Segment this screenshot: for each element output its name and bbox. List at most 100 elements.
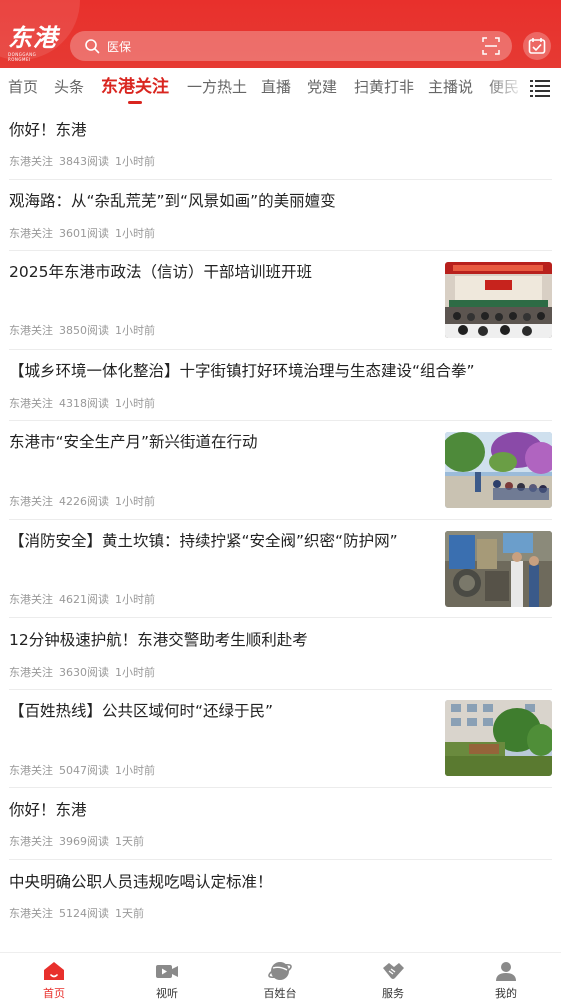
news-reads: 3630阅读 [59, 666, 109, 679]
news-time: 1小时前 [115, 155, 155, 168]
tab-anti-pornography[interactable]: 扫黄打非 [354, 68, 414, 106]
nav-label: 百姓台 [263, 987, 297, 1000]
search-placeholder: 医保 [107, 39, 132, 54]
news-meta: 东港关注 3601阅读 1小时前 [9, 225, 161, 241]
news-meta: 东港关注 5124阅读 1天前 [9, 905, 150, 921]
news-item[interactable]: 【城乡环境一体化整治】十字街镇打好环境治理与生态建设“组合拳” 东港关注 4318… [9, 350, 552, 421]
nav-label: 首页 [43, 987, 65, 1000]
news-source: 东港关注 [9, 495, 53, 508]
news-title: 观海路：从“杂乱荒芜”到“风景如画”的美丽嬗变 [9, 192, 336, 210]
news-time: 1小时前 [115, 666, 155, 679]
news-meta: 东港关注 4318阅读 1小时前 [9, 395, 161, 411]
news-time: 1小时前 [115, 227, 155, 240]
calendar-check-icon[interactable] [523, 32, 551, 60]
news-meta: 东港关注 4226阅读 1小时前 [9, 493, 161, 509]
news-item[interactable]: 观海路：从“杂乱荒芜”到“风景如画”的美丽嬗变 东港关注 3601阅读 1小时前 [9, 180, 552, 251]
news-reads: 3843阅读 [59, 155, 109, 168]
training-meeting-photo [445, 262, 552, 338]
nav-label: 服务 [382, 987, 404, 1000]
user-icon [496, 962, 516, 981]
news-source: 东港关注 [9, 666, 53, 679]
nav-label: 视听 [156, 987, 178, 1000]
tab-headlines[interactable]: 头条 [54, 68, 84, 106]
news-thumbnail [445, 262, 552, 338]
news-item[interactable]: 你好！东港 东港关注 3843阅读 1小时前 [9, 108, 552, 180]
news-source: 东港关注 [9, 907, 53, 920]
nav-home[interactable]: 首页 [14, 953, 94, 1001]
news-source: 东港关注 [9, 835, 53, 848]
news-reads: 4318阅读 [59, 397, 109, 410]
scan-icon[interactable] [482, 37, 500, 55]
news-meta: 东港关注 3843阅读 1小时前 [9, 153, 161, 169]
news-time: 1天前 [115, 835, 144, 848]
tab-party-building[interactable]: 党建 [307, 68, 337, 106]
fire-inspection-photo [445, 531, 552, 607]
news-source: 东港关注 [9, 397, 53, 410]
tab-yifang-retu[interactable]: 一方热土 [187, 68, 247, 106]
news-meta: 东港关注 3630阅读 1小时前 [9, 664, 161, 680]
news-item[interactable]: 你好！东港 东港关注 3969阅读 1天前 [9, 788, 552, 860]
nav-community[interactable]: 百姓台 [240, 953, 320, 1001]
bottom-nav: 首页 视听 百姓台 服务 我的 [0, 952, 561, 1000]
news-reads: 3850阅读 [59, 324, 109, 337]
news-time: 1天前 [115, 907, 144, 920]
news-item[interactable]: 东港市“安全生产月”新兴街道在行动 东港关注 4226阅读 1小时前 [9, 421, 552, 520]
news-meta: 东港关注 5047阅读 1小时前 [9, 762, 161, 778]
search-icon [85, 39, 100, 54]
news-title: 中央明确公职人员违规吃喝认定标准！ [9, 873, 273, 891]
planet-icon [268, 962, 292, 980]
news-item[interactable]: 2025年东港市政法（信访）干部培训班开班 东港关注 3850阅读 1小时前 [9, 251, 552, 350]
nav-video[interactable]: 视听 [127, 953, 207, 1001]
news-title: 【百姓热线】公共区域何时“还绿于民” [9, 702, 274, 720]
news-thumbnail [445, 531, 552, 607]
news-title: 【城乡环境一体化整治】十字街镇打好环境治理与生态建设“组合拳” [9, 362, 475, 380]
news-meta: 东港关注 3969阅读 1天前 [9, 833, 150, 849]
news-time: 1小时前 [115, 495, 155, 508]
channel-tabs: 首页 头条 东港关注 一方热土 直播 党建 扫黄打非 主播说 便民 [0, 68, 561, 108]
news-item[interactable]: 【消防安全】黄土坎镇：持续拧紧“安全阀”织密“防护网” 东港关注 4621阅读 1小… [9, 520, 552, 618]
tab-anchor-talk[interactable]: 主播说 [428, 68, 473, 106]
nav-profile[interactable]: 我的 [466, 953, 546, 1001]
handshake-icon [383, 963, 404, 979]
news-thumbnail [445, 700, 552, 776]
news-reads: 3601阅读 [59, 227, 109, 240]
news-item[interactable]: 12分钟极速护航！东港交警助考生顺利赴考 东港关注 3630阅读 1小时前 [9, 618, 552, 690]
news-item[interactable]: 【百姓热线】公共区域何时“还绿于民” 东港关注 5047阅读 1小时前 [9, 690, 552, 788]
tab-live[interactable]: 直播 [261, 68, 291, 106]
logo-text: 东港 [8, 23, 58, 52]
news-thumbnail [445, 432, 552, 508]
street-event-photo [445, 432, 552, 508]
channel-menu-icon[interactable] [529, 78, 551, 98]
news-source: 东港关注 [9, 764, 53, 777]
news-meta: 东港关注 3850阅读 1小时前 [9, 322, 161, 338]
tab-home[interactable]: 首页 [8, 68, 38, 106]
residential-green-photo [445, 700, 552, 776]
news-title: 你好！东港 [9, 801, 87, 819]
news-reads: 5047阅读 [59, 764, 109, 777]
search-bar[interactable]: 医保 [70, 31, 512, 61]
logo-subtitle: DONGGANG RONGMEI [8, 52, 37, 62]
news-source: 东港关注 [9, 324, 53, 337]
news-title: 【消防安全】黄土坎镇：持续拧紧“安全阀”织密“防护网” [9, 532, 398, 550]
news-title: 东港市“安全生产月”新兴街道在行动 [9, 433, 258, 451]
news-time: 1小时前 [115, 764, 155, 777]
news-item[interactable]: 中央明确公职人员违规吃喝认定标准！ 东港关注 5124阅读 1天前 [9, 860, 552, 932]
news-source: 东港关注 [9, 155, 53, 168]
news-title: 你好！东港 [9, 121, 87, 139]
news-meta: 东港关注 4621阅读 1小时前 [9, 591, 161, 607]
app-header: 东港 DONGGANG RONGMEI 医保 [0, 0, 561, 68]
news-reads: 4621阅读 [59, 593, 109, 606]
tabs-fade [486, 68, 526, 106]
video-icon [156, 965, 178, 978]
news-reads: 4226阅读 [59, 495, 109, 508]
home-icon [44, 962, 64, 980]
news-reads: 5124阅读 [59, 907, 109, 920]
app-logo: 东港 DONGGANG RONGMEI [8, 23, 60, 63]
news-time: 1小时前 [115, 593, 155, 606]
nav-services[interactable]: 服务 [353, 953, 433, 1001]
tab-donggang-focus[interactable]: 东港关注 [101, 68, 169, 106]
news-time: 1小时前 [115, 397, 155, 410]
nav-label: 我的 [495, 987, 517, 1000]
news-source: 东港关注 [9, 593, 53, 606]
news-title: 12分钟极速护航！东港交警助考生顺利赴考 [9, 631, 308, 649]
